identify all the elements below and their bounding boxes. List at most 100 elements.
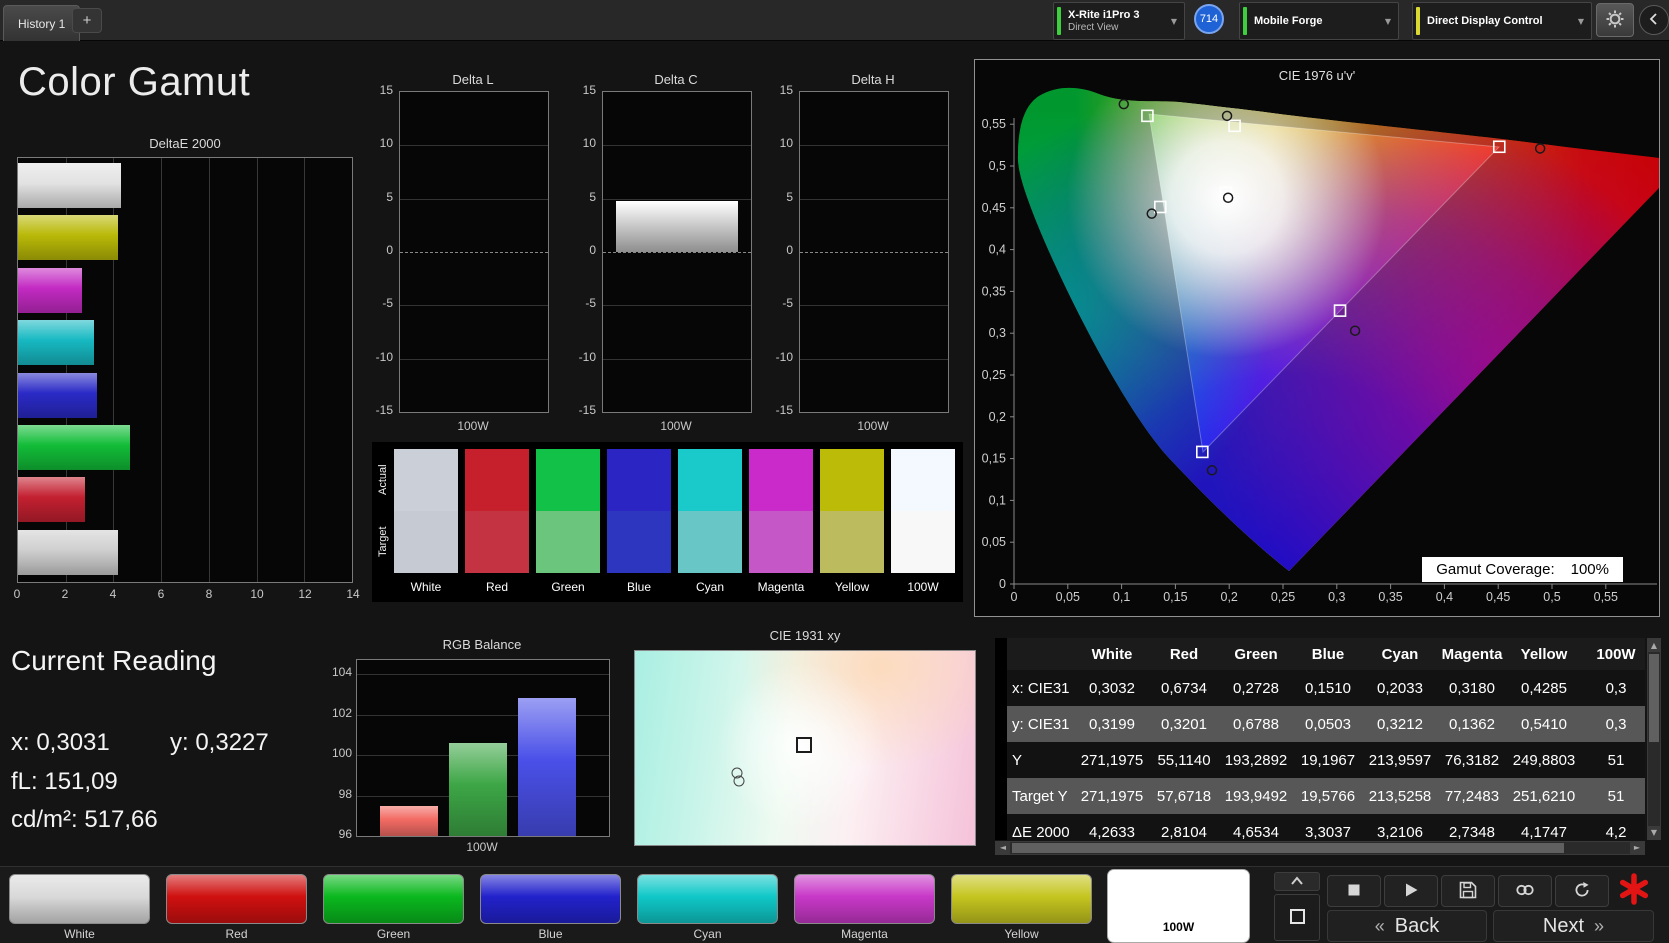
history-tab[interactable]: History 1 bbox=[3, 5, 81, 41]
play-button[interactable] bbox=[1384, 875, 1438, 907]
deltae-bar-red bbox=[18, 477, 85, 523]
table-cell: 0,1362 bbox=[1449, 715, 1495, 733]
calibration-marker-button[interactable] bbox=[1613, 872, 1655, 909]
delta-y-tick-label: 5 bbox=[786, 189, 793, 204]
rgb-y-tick-label: 98 bbox=[338, 786, 352, 801]
swatch-label: Green bbox=[376, 927, 411, 941]
table-cell: 271,1975 bbox=[1080, 787, 1144, 805]
bottom-swatch-100w[interactable]: 100W bbox=[1108, 870, 1249, 942]
swatch-tile bbox=[794, 874, 935, 924]
table-cell: 4,2 bbox=[1605, 823, 1627, 841]
gamut-coverage-value: 100% bbox=[1570, 561, 1609, 578]
delta-gridline bbox=[400, 358, 548, 360]
deltae-plot bbox=[17, 157, 353, 583]
table-gutter bbox=[995, 670, 1007, 706]
table-row[interactable]: Y 271,1975 55,1140 193,2892 19,1967 213,9597 7… bbox=[995, 742, 1645, 778]
deltae-gridline bbox=[208, 158, 210, 582]
vertical-scroll-thumb[interactable] bbox=[1649, 654, 1659, 742]
swatch-compare: Actual Target White Red Green Blue Cyan Magenta… bbox=[372, 442, 963, 602]
table-cell: 4,2633 bbox=[1089, 823, 1135, 841]
delta-y-tick-label: -5 bbox=[585, 296, 596, 311]
swatch-tile bbox=[637, 874, 778, 924]
swatch-label: Red bbox=[225, 927, 248, 941]
table-cell: 51 bbox=[1607, 787, 1625, 805]
cie1931-reference-marker bbox=[733, 775, 745, 787]
bottom-swatch-red[interactable]: Red bbox=[166, 874, 307, 941]
bottom-swatch-yellow[interactable]: Yellow bbox=[951, 874, 1092, 941]
cie1931-gradient bbox=[634, 650, 976, 846]
deltae-x-tick-label: 8 bbox=[205, 587, 213, 601]
table-gutter bbox=[995, 638, 1007, 670]
swatch-tile bbox=[1108, 870, 1249, 920]
next-button[interactable]: Next » bbox=[1493, 910, 1654, 942]
table-header-cell: White bbox=[1091, 645, 1133, 663]
refresh-button[interactable] bbox=[1555, 875, 1609, 907]
table-cell: 193,9492 bbox=[1224, 787, 1288, 805]
delta-y-tick-label: -15 bbox=[578, 403, 596, 417]
swatch-column-label: Cyan bbox=[695, 580, 724, 594]
table-cell: 0,6734 bbox=[1161, 679, 1207, 697]
swatch-column-label: Green bbox=[551, 580, 585, 594]
scroll-left-icon[interactable]: ◄ bbox=[996, 842, 1010, 854]
add-tab-button[interactable]: + bbox=[72, 8, 102, 33]
target-swatch-yellow bbox=[820, 511, 884, 573]
pattern-window-expand-button[interactable] bbox=[1274, 872, 1320, 891]
settings-button[interactable] bbox=[1596, 3, 1634, 37]
cie-y-tick-label: 0,1 bbox=[989, 493, 1006, 507]
target-swatch-magenta bbox=[749, 511, 813, 573]
scroll-up-icon[interactable]: ▲ bbox=[1648, 639, 1660, 652]
table-vertical-scrollbar[interactable]: ▲ ▼ bbox=[1647, 638, 1661, 840]
delta-y-tick-label: 10 bbox=[582, 136, 596, 151]
target-swatch-100w bbox=[891, 511, 955, 573]
deltae-x-tick-label: 6 bbox=[157, 587, 165, 601]
delta-gridline bbox=[400, 252, 548, 253]
cie1976-panel: 0 0,05 0,1 0,15 0,2 0,25 0,3 0,35 0,4 0,45 0,5 0,55… bbox=[974, 59, 1660, 617]
table-horizontal-scrollbar[interactable]: ◄ ► bbox=[995, 841, 1645, 855]
delta-y-tick-label: -15 bbox=[375, 403, 393, 417]
display-control-dropdown[interactable]: Direct Display Control ▼ bbox=[1412, 2, 1592, 40]
deltae-bar-blue bbox=[18, 372, 97, 418]
swatch-column-label: Red bbox=[485, 580, 508, 594]
table-gutter bbox=[995, 706, 1007, 742]
deltae-bar-white bbox=[18, 163, 121, 208]
scroll-down-icon[interactable]: ▼ bbox=[1648, 826, 1660, 839]
spectral-locus-fill bbox=[1017, 87, 1659, 572]
delta-plot bbox=[602, 91, 752, 413]
deltae-bar-yellow bbox=[18, 215, 119, 261]
cie1931-title: CIE 1931 xy bbox=[769, 628, 841, 643]
delta-y-tick-label: 10 bbox=[379, 136, 393, 151]
swatch-tile bbox=[480, 874, 621, 924]
stop-button[interactable] bbox=[1327, 875, 1381, 907]
pattern-window-button[interactable] bbox=[1274, 894, 1320, 941]
source-dropdown[interactable]: Mobile Forge ▼ bbox=[1239, 2, 1399, 40]
calibration-app: History 1 + X-Rite i1Pro 3 Direct View ▼… bbox=[0, 0, 1669, 943]
link-button[interactable] bbox=[1498, 875, 1552, 907]
scroll-right-icon[interactable]: ► bbox=[1630, 842, 1644, 854]
bottom-swatch-white[interactable]: White bbox=[9, 874, 150, 941]
swatch-column-label: Blue bbox=[626, 580, 652, 594]
current-reading-x: x: 0,3031 bbox=[11, 729, 110, 756]
cie-y-tick-label: 0,3 bbox=[989, 326, 1006, 340]
meter-dropdown[interactable]: X-Rite i1Pro 3 Direct View ▼ bbox=[1053, 2, 1185, 40]
swatch-label: 100W bbox=[1162, 920, 1195, 934]
horizontal-scroll-thumb[interactable] bbox=[1012, 843, 1564, 853]
table-row[interactable]: x: CIE31 0,3032 0,6734 0,2728 0,1510 0,2033 0,… bbox=[995, 670, 1645, 706]
bottom-swatch-green[interactable]: Green bbox=[323, 874, 464, 941]
bottom-swatch-magenta[interactable]: Magenta bbox=[794, 874, 935, 941]
bottom-swatch-cyan[interactable]: Cyan bbox=[637, 874, 778, 941]
table-row[interactable]: ΔE 2000 4,2633 2,8104 4,6534 3,3037 3,2106 2,7… bbox=[995, 814, 1645, 840]
target-swatch-red bbox=[465, 511, 529, 573]
back-button[interactable]: « Back bbox=[1327, 910, 1487, 942]
cie1931-chart: CIE 1931 xy bbox=[634, 628, 976, 847]
delta-y-tick-label: -5 bbox=[782, 296, 793, 311]
stop-icon bbox=[1345, 881, 1363, 902]
results-table-inner: White Red Green Blue Cyan Magenta Yellow 100W x:… bbox=[995, 638, 1645, 840]
table-row[interactable]: Target Y 271,1975 57,6718 193,9492 19,5766 21… bbox=[995, 778, 1645, 814]
save-button[interactable] bbox=[1441, 875, 1495, 907]
target-swatch-green bbox=[536, 511, 600, 573]
delta-y-tick-label: -10 bbox=[375, 349, 393, 364]
table-gutter bbox=[995, 742, 1007, 778]
collapse-panel-button[interactable] bbox=[1639, 5, 1669, 35]
table-row[interactable]: y: CIE31 0,3199 0,3201 0,6788 0,0503 0,3212 0,… bbox=[995, 706, 1645, 742]
bottom-swatch-blue[interactable]: Blue bbox=[480, 874, 621, 941]
